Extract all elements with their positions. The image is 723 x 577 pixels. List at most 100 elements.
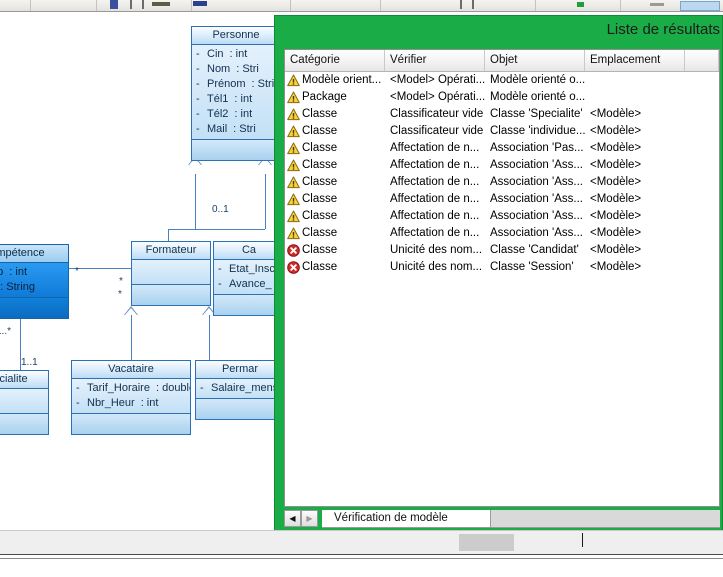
text-caret	[582, 533, 583, 547]
cell-objet: Association 'Ass...	[490, 210, 583, 222]
results-grid-header[interactable]: Catégorie Vérifier Objet Emplacement	[285, 50, 719, 72]
cell-objet: Classe 'Session'	[490, 261, 574, 273]
cell-categorie: Classe	[302, 125, 338, 137]
uml-attribute: - Tél2: int	[196, 108, 253, 120]
cell-objet: Association 'Ass...	[490, 227, 583, 239]
uml-class-formateur[interactable]: Formateur	[131, 241, 211, 306]
status-chip[interactable]	[459, 534, 514, 551]
generalization-line	[195, 174, 196, 229]
toolbar-icon-bracket[interactable]	[130, 0, 144, 9]
table-row[interactable]: Classe Unicité des nom... Classe 'Session'…	[285, 259, 719, 276]
cell-verifier: <Model> Opérati...	[390, 91, 485, 103]
uml-class-permanent[interactable]: Permar - Salaire_mens	[195, 360, 285, 420]
uml-attribute: - Nbr_Heur: int	[76, 397, 159, 409]
tab-next-icon: ▶	[306, 514, 313, 523]
column-header-emplacement[interactable]: Emplacement	[585, 50, 685, 71]
warning-icon	[287, 227, 300, 240]
results-window-title: Liste de résultats	[606, 21, 720, 38]
tab-nav-buttons[interactable]: ◀ ▶	[284, 510, 320, 527]
multiplicity-label: *	[119, 276, 123, 287]
uml-attribute: - Mail: Stri	[196, 123, 256, 135]
uml-class-name: Vacataire	[72, 361, 190, 379]
table-row[interactable]: Classe Classificateur vide Classe 'Special…	[285, 106, 719, 123]
desktop-fill	[0, 559, 723, 577]
toolbar-icon-grey-bar[interactable]	[650, 3, 664, 6]
toolbar-icon-green-dot[interactable]	[577, 2, 584, 7]
table-row[interactable]: Classe Affectation de n... Association 'Pa…	[285, 140, 719, 157]
uml-attribute-compartment	[0, 389, 48, 414]
warning-icon	[287, 159, 300, 172]
table-row[interactable]: Classe Affectation de n... Association 'As…	[285, 191, 719, 208]
toolbar-separator	[290, 0, 291, 11]
results-grid-body[interactable]: Modèle orient... <Model> Opérati... Modèle…	[285, 72, 719, 276]
cell-categorie: Package	[302, 91, 347, 103]
table-row[interactable]: Package <Model> Opérati... Modèle orienté …	[285, 89, 719, 106]
uml-attribute: -Tarif_Horaire: double	[76, 382, 190, 394]
tab-next-button[interactable]: ▶	[301, 510, 318, 527]
results-grid[interactable]: Catégorie Vérifier Objet Emplacement Modèle…	[284, 49, 720, 507]
results-window[interactable]: Liste de résultats Catégorie Vérifier Obje…	[274, 15, 723, 532]
cell-categorie: Classe	[302, 244, 338, 256]
uml-class-competence[interactable]: mpétence mp: int e: String	[0, 244, 69, 319]
cell-categorie: Classe	[302, 227, 338, 239]
table-row[interactable]: Classe Affectation de n... Association 'As…	[285, 208, 719, 225]
uml-class-name: Permar	[196, 361, 284, 379]
cell-categorie: Classe	[302, 261, 338, 273]
column-header-objet[interactable]: Objet	[485, 50, 585, 71]
table-row[interactable]: Classe Unicité des nom... Classe 'Candidat…	[285, 242, 719, 259]
uml-class-personne[interactable]: Personne - Cin: int - Nom: Stri - Prénom: Stri…	[191, 26, 281, 161]
status-bar	[0, 530, 723, 555]
multiplicity-label: *	[118, 289, 122, 300]
cell-objet: Modèle orienté o...	[490, 74, 585, 86]
uml-attribute: mp: int	[0, 266, 28, 278]
toolbar-icon-blue-square[interactable]	[110, 0, 118, 9]
table-row[interactable]: Classe Affectation de n... Association 'As…	[285, 225, 719, 242]
cell-emplacement: <Modèle>	[590, 210, 642, 222]
tab-prev-button[interactable]: ◀	[284, 510, 301, 527]
cell-emplacement: <Modèle>	[590, 261, 642, 273]
toolbar-separator	[30, 0, 31, 11]
cell-objet: Modèle orienté o...	[490, 91, 585, 103]
uml-class-name: ecialite	[0, 371, 48, 389]
cell-verifier: Unicité des nom...	[390, 244, 483, 256]
column-header-blank[interactable]	[685, 50, 719, 71]
column-header-cat-gorie[interactable]: Catégorie	[285, 50, 385, 71]
cell-verifier: <Model> Opérati...	[390, 74, 485, 86]
cell-emplacement: <Modèle>	[590, 108, 642, 120]
tab-verification-de-modele[interactable]: Vérification de modèle	[322, 510, 454, 527]
toolbar-icon-dots[interactable]	[193, 1, 207, 6]
uml-operation-compartment	[132, 285, 210, 305]
warning-icon	[287, 74, 300, 87]
top-toolbar[interactable]	[0, 0, 723, 12]
toolbar-icon-bar[interactable]	[152, 2, 170, 6]
table-row[interactable]: Classe Classificateur vide Classe 'individ…	[285, 123, 719, 140]
table-row[interactable]: Modèle orient... <Model> Opérati... Modèle…	[285, 72, 719, 89]
uml-operation-compartment	[72, 414, 190, 434]
uml-class-specialite[interactable]: ecialite	[0, 370, 49, 435]
uml-attribute-compartment: - Salaire_mens	[196, 379, 284, 399]
uml-attribute-compartment: -Tarif_Horaire: double -Nbr_Heur: int	[72, 379, 190, 414]
uml-attribute-compartment: - Cin: int - Nom: Stri - Prénom: Stri - Tél1: i…	[192, 45, 280, 140]
results-tabbar[interactable]: ◀ ▶ Vérification de modèle	[284, 510, 720, 528]
cell-categorie: Classe	[302, 176, 338, 188]
toolbar-zoom-slider[interactable]	[680, 1, 720, 11]
cell-verifier: Affectation de n...	[390, 210, 480, 222]
tabs-strip[interactable]: Vérification de modèle	[322, 510, 720, 528]
warning-icon	[287, 108, 300, 121]
toolbar-icon-bracket[interactable]	[460, 0, 474, 9]
uml-attribute: - Salaire_mens	[200, 382, 279, 394]
warning-icon	[287, 125, 300, 138]
cell-verifier: Unicité des nom...	[390, 261, 483, 273]
cell-verifier: Affectation de n...	[390, 176, 480, 188]
table-row[interactable]: Classe Affectation de n... Association 'As…	[285, 157, 719, 174]
cell-verifier: Affectation de n...	[390, 159, 480, 171]
column-header-v-rifier[interactable]: Vérifier	[385, 50, 485, 71]
table-row[interactable]: Classe Affectation de n... Association 'As…	[285, 174, 719, 191]
uml-operation-compartment	[0, 414, 48, 434]
cell-verifier: Affectation de n...	[390, 142, 480, 154]
cell-verifier: Classificateur vide	[390, 125, 484, 137]
cell-emplacement: <Modèle>	[590, 244, 642, 256]
uml-class-vacataire[interactable]: Vacataire -Tarif_Horaire: double -Nbr_Heur…	[71, 360, 191, 435]
uml-attribute: e: String	[0, 281, 35, 293]
association-line	[168, 229, 265, 230]
